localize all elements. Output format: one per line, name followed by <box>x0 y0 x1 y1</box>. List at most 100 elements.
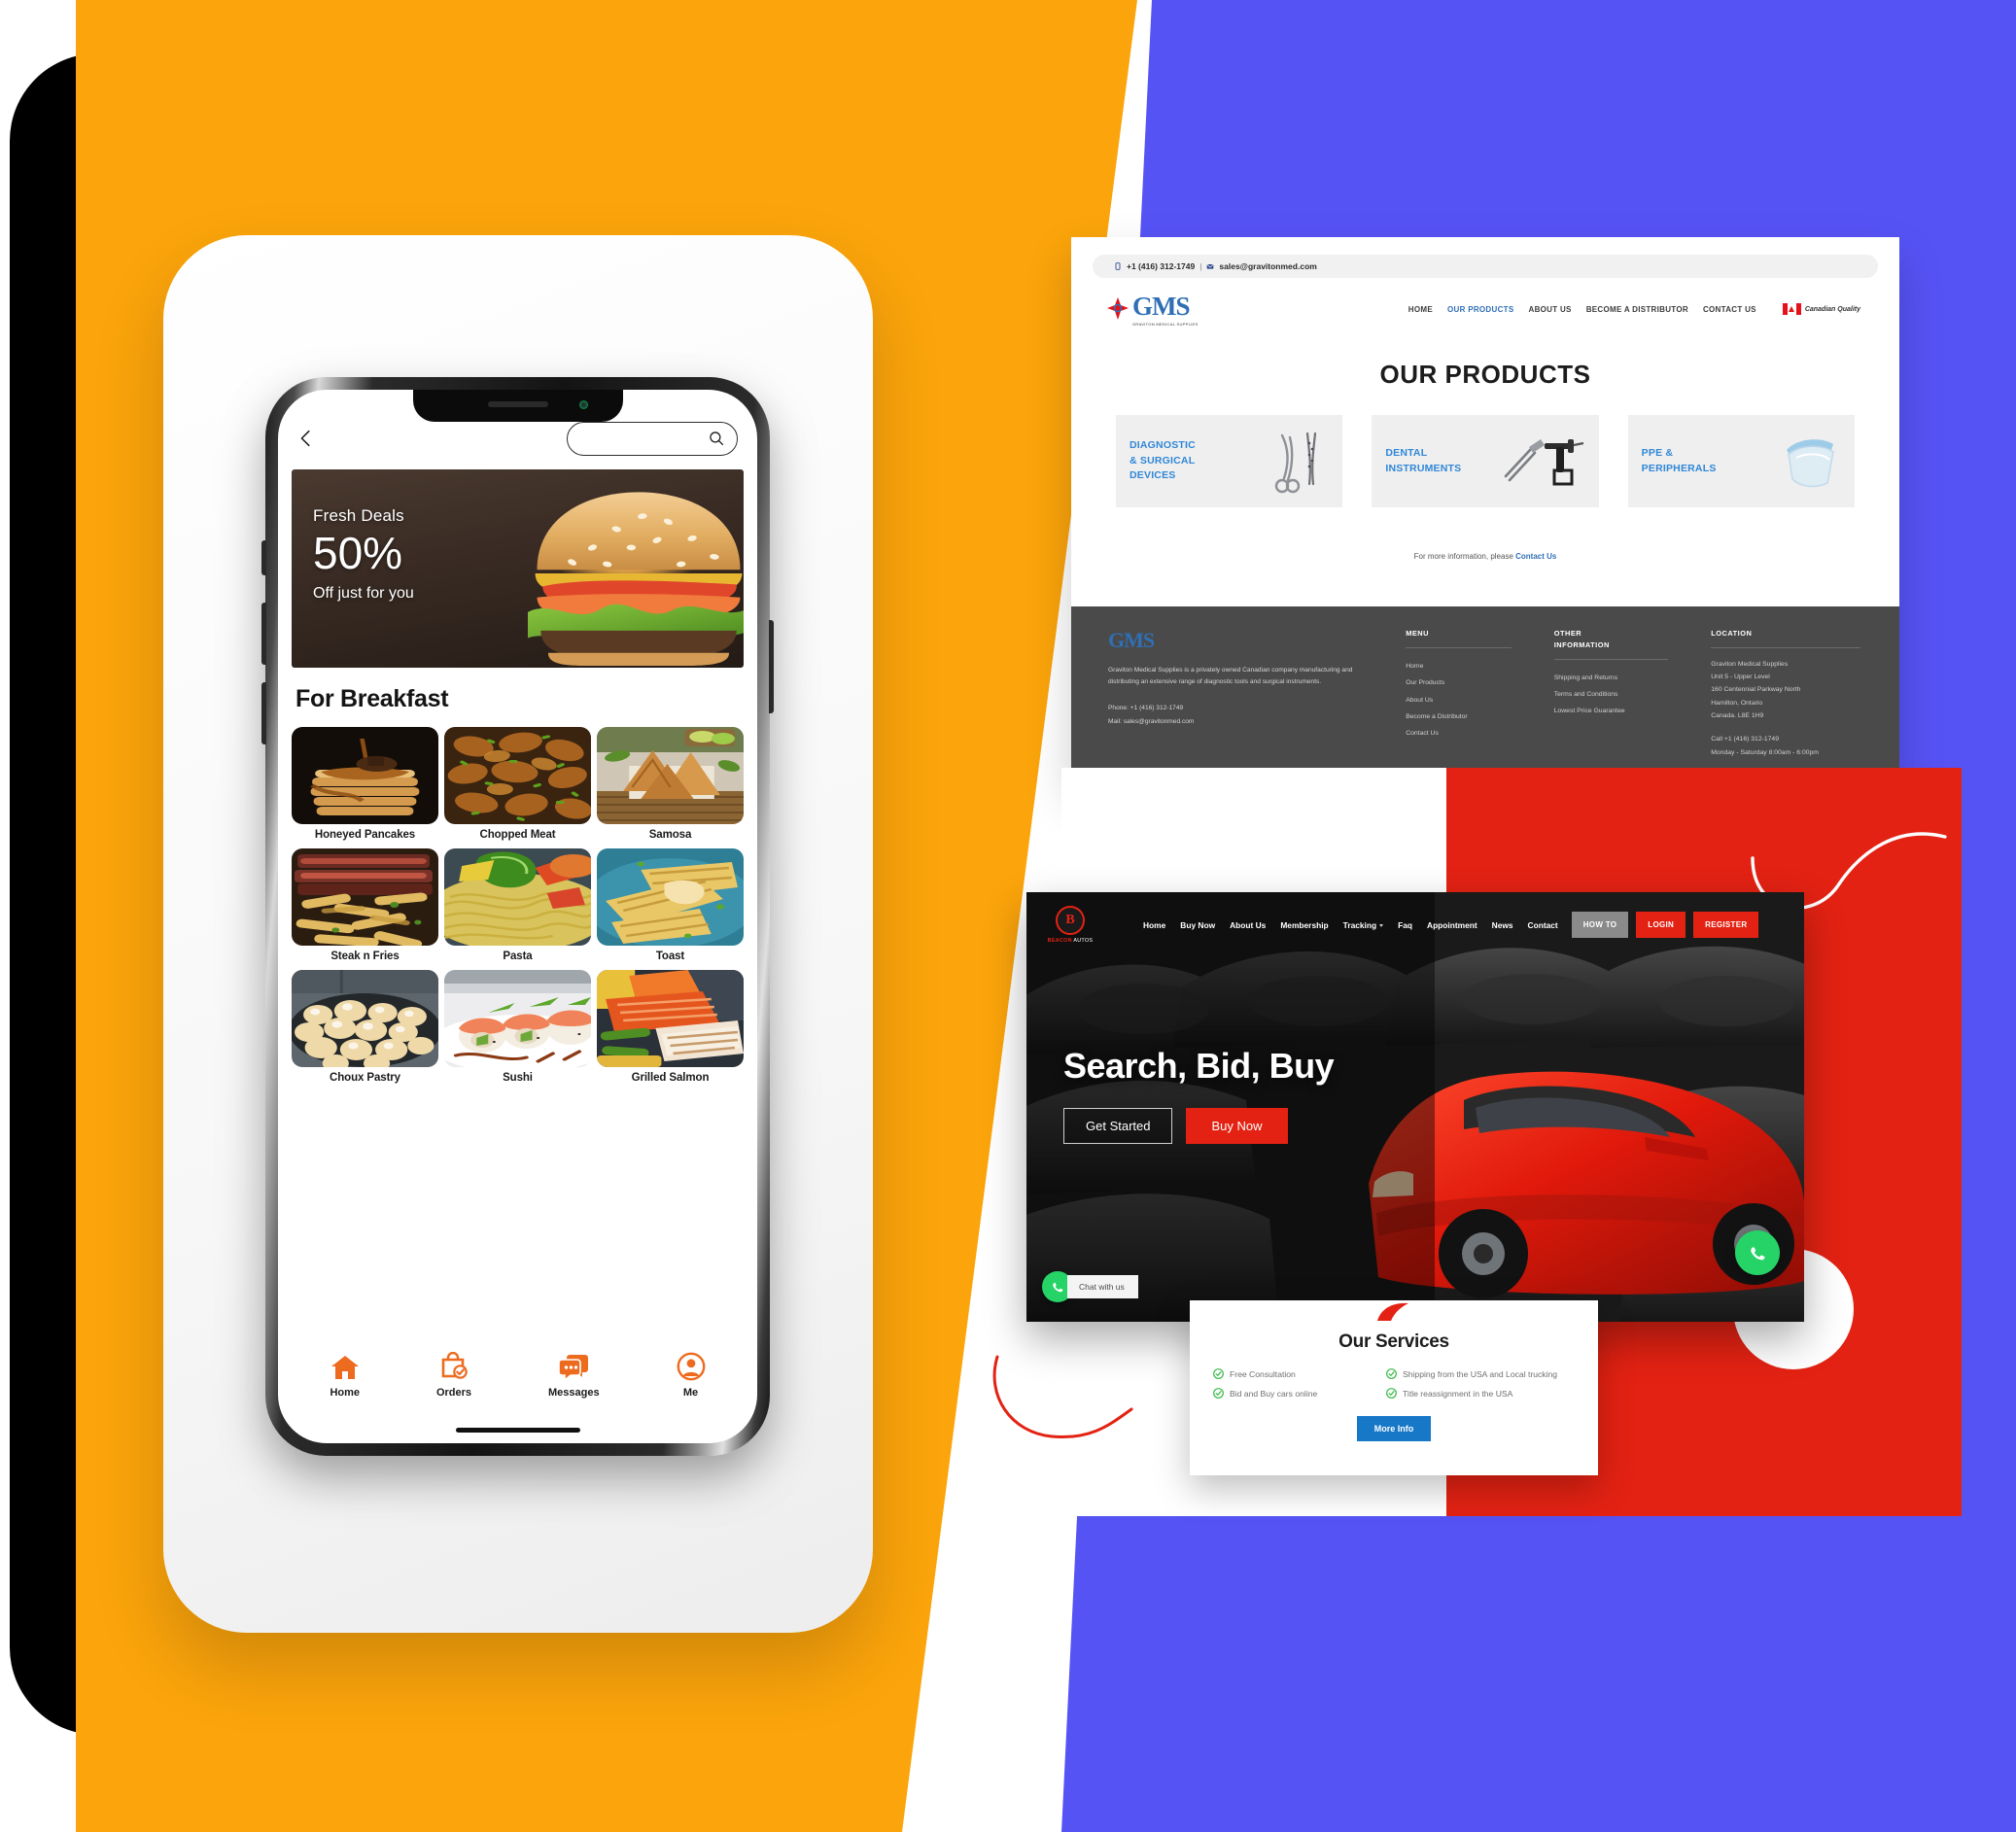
phone-volume-up-button <box>261 603 266 665</box>
food-card[interactable]: Sushi <box>444 970 591 1084</box>
gms-nav-about-us[interactable]: ABOUT US <box>1529 305 1572 314</box>
footer-link[interactable]: Shipping and Returns <box>1554 670 1669 686</box>
promo-percent: 50% <box>313 528 403 578</box>
gms-contact-separator: | <box>1199 261 1202 271</box>
tab-orders[interactable]: Orders <box>436 1352 471 1399</box>
gms-nav-home[interactable]: HOME <box>1408 305 1433 314</box>
how-to-button[interactable]: HOW TO <box>1571 912 1629 938</box>
gms-nav-our-products[interactable]: OUR PRODUCTS <box>1447 305 1514 314</box>
footer-link[interactable]: Home <box>1406 658 1512 674</box>
tab-me[interactable]: Me <box>677 1352 706 1399</box>
chopped-meat-photo <box>444 727 591 824</box>
footer-hours-line: Monday - Saturday 8:00am - 6:00pm <box>1711 749 1819 756</box>
car-auction-website-screenshot: B BEACON AUTOS Home Buy Now About Us Mem… <box>1026 892 1804 1322</box>
food-label: Pasta <box>503 951 533 962</box>
footer-link[interactable]: About Us <box>1406 692 1512 709</box>
food-card[interactable]: Pasta <box>444 848 591 962</box>
food-card[interactable]: Grilled Salmon <box>597 970 744 1084</box>
phone-volume-down-button <box>261 682 266 744</box>
login-button[interactable]: LOGIN <box>1636 912 1686 938</box>
car-hero-headline: Search, Bid, Buy <box>1063 1046 1335 1086</box>
promo-label: Fresh Deals <box>313 506 404 525</box>
search-input[interactable] <box>567 421 738 456</box>
front-camera-icon <box>578 400 588 409</box>
home-icon <box>330 1356 359 1379</box>
red-squiggle-decoration <box>992 1355 1133 1439</box>
bottom-tab-bar: Home Orders Messages Me <box>278 1352 757 1399</box>
whatsapp-chat-label[interactable]: Chat with us <box>1067 1275 1138 1298</box>
tab-label: Orders <box>435 1387 472 1399</box>
whatsapp-floating-button[interactable] <box>1735 1230 1780 1275</box>
gms-footer-contact: Phone: +1 (416) 312-1749 Mail: sales@gra… <box>1108 702 1363 729</box>
gms-footer-about: GMS Graviton Medical Supplies is a priva… <box>1108 628 1363 781</box>
car-hero-block: Search, Bid, Buy Get Started Buy Now <box>1063 1046 1335 1144</box>
gms-more-info-line: For more information, please Contact Us <box>1071 552 1899 561</box>
grilled-salmon-photo <box>597 970 744 1067</box>
food-card[interactable]: Choux Pastry <box>292 970 438 1084</box>
car-nav-membership[interactable]: Membership <box>1280 920 1328 930</box>
beacon-logo-badge: B <box>1056 906 1085 935</box>
footer-address-line: Unit 5 - Upper Level <box>1711 674 1770 681</box>
divider <box>1553 658 1669 660</box>
car-hero-buttons: Get Started Buy Now <box>1063 1108 1334 1144</box>
gms-logo[interactable]: GMS GRAVITON MEDICAL SUPPLIES <box>1106 292 1198 327</box>
food-label: Choux Pastry <box>330 1072 400 1084</box>
canadian-quality-label: Canadian Quality <box>1804 305 1860 313</box>
footer-address-line: Graviton Medical Supplies <box>1711 660 1789 668</box>
buy-now-button[interactable]: Buy Now <box>1186 1108 1288 1144</box>
mail-icon <box>1206 263 1214 269</box>
get-started-button[interactable]: Get Started <box>1063 1108 1173 1144</box>
footer-link[interactable]: Terms and Conditions <box>1554 686 1669 703</box>
phone-screen: Fresh Deals 50% Off just for you For Bre… <box>278 390 757 1443</box>
gms-nav-contact-us[interactable]: CONTACT US <box>1703 305 1756 314</box>
footer-link[interactable]: Our Products <box>1406 674 1512 691</box>
footer-link[interactable]: Become a Distributor <box>1406 709 1512 725</box>
phone-notch <box>412 390 623 422</box>
cheeseburger-photo <box>528 492 744 666</box>
service-item: Title reassignment in the USA <box>1386 1388 1575 1399</box>
product-card-dental-instruments[interactable]: DENTAL INSTRUMENTS <box>1372 415 1599 507</box>
car-nav-about-us[interactable]: About Us <box>1230 920 1266 930</box>
food-card[interactable]: Samosa <box>597 727 744 841</box>
tab-messages[interactable]: Messages <box>548 1354 600 1399</box>
gms-logo-text: GMS <box>1132 292 1191 321</box>
gms-phone[interactable]: +1 (416) 312-1749 <box>1127 261 1195 271</box>
gms-nav-become-a-distributor[interactable]: BECOME A DISTRIBUTOR <box>1586 305 1688 314</box>
gms-footer-mail: Mail: sales@gravitonmed.com <box>1108 718 1195 726</box>
footer-link[interactable]: Contact Us <box>1406 725 1512 742</box>
beacon-autos-logo[interactable]: B BEACON AUTOS <box>1042 906 1098 944</box>
chevron-left-icon[interactable] <box>295 428 317 449</box>
more-info-button[interactable]: More Info <box>1356 1416 1432 1441</box>
promo-banner[interactable]: Fresh Deals 50% Off just for you <box>292 469 744 668</box>
product-card-diagnostic-surgical-devices[interactable]: DIAGNOSTIC & SURGICAL DEVICES <box>1116 415 1343 507</box>
car-nav-appointment[interactable]: Appointment <box>1427 920 1477 930</box>
tab-home[interactable]: Home <box>330 1354 360 1399</box>
choux-pastry-photo <box>292 970 438 1067</box>
food-card[interactable]: Honeyed Pancakes <box>292 727 438 841</box>
gms-page-heading: OUR PRODUCTS <box>1379 360 1591 389</box>
register-button[interactable]: REGISTER <box>1693 912 1759 938</box>
car-nav-contact[interactable]: Contact <box>1528 920 1558 930</box>
beacon-logo-text: BEACON AUTOS <box>1047 938 1094 944</box>
whatsapp-chat-widget[interactable]: Chat with us <box>1042 1271 1138 1302</box>
gms-contact-us-link[interactable]: Contact Us <box>1515 552 1556 561</box>
car-nav-faq[interactable]: Faq <box>1398 920 1412 930</box>
pasta-photo <box>444 848 591 946</box>
divider <box>1406 646 1512 648</box>
food-label: Toast <box>655 951 685 962</box>
gms-email[interactable]: sales@gravitonmed.com <box>1219 261 1316 271</box>
food-card[interactable]: Toast <box>597 848 744 962</box>
car-nav-news[interactable]: News <box>1492 920 1513 930</box>
footer-link[interactable]: Lowest Price Guarantee <box>1554 703 1669 719</box>
gms-footer-other-column: OTHER INFORMATION Shipping and Returns T… <box>1553 628 1669 781</box>
face-shield-photo <box>1786 438 1834 487</box>
gms-main-nav: GMS GRAVITON MEDICAL SUPPLIES HOME OUR P… <box>1071 278 1899 327</box>
food-card[interactable]: Steak n Fries <box>292 848 438 962</box>
car-nav-tracking[interactable]: Tracking <box>1343 920 1384 930</box>
promo-subtext: Off just for you <box>313 584 414 602</box>
car-nav-buy-now[interactable]: Buy Now <box>1180 920 1215 930</box>
car-nav-buttons: HOW TO LOGIN REGISTER <box>1571 912 1759 938</box>
car-nav-home[interactable]: Home <box>1143 920 1165 930</box>
product-card-ppe-peripherals[interactable]: PPE & PERIPHERALS <box>1627 415 1855 507</box>
food-card[interactable]: Chopped Meat <box>444 727 591 841</box>
